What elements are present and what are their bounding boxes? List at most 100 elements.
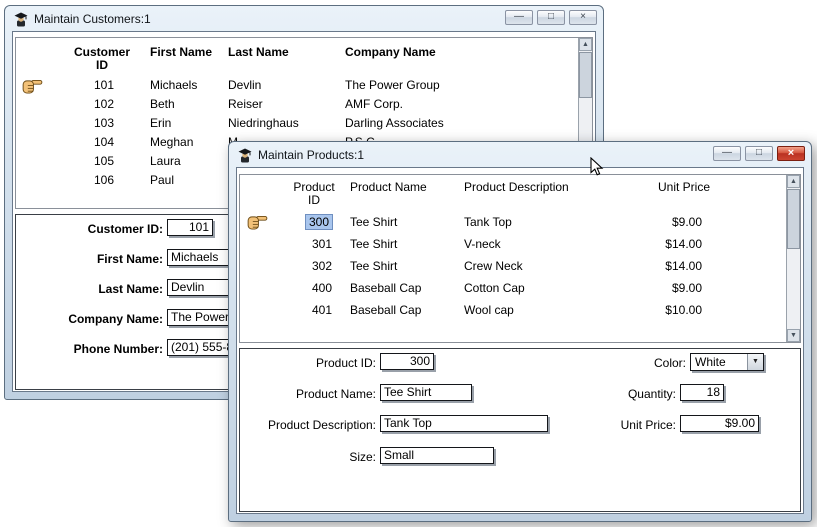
- customer-id-field[interactable]: 101: [167, 219, 213, 236]
- cell-last-name: Devlin: [228, 76, 261, 95]
- col-header-customer-id: Customer ID: [60, 46, 144, 72]
- cell-first-name: Erin: [150, 114, 171, 133]
- cell-product-description: Cotton Cap: [464, 277, 525, 299]
- size-label: Size:: [240, 449, 376, 466]
- window-title: Maintain Customers:1: [34, 12, 151, 26]
- caption-buttons: — □ ×: [505, 10, 597, 25]
- first-name-label: First Name:: [16, 251, 163, 268]
- size-field[interactable]: Small: [380, 447, 494, 464]
- cell-product-id: 400: [294, 277, 332, 299]
- maximize-button[interactable]: □: [537, 10, 565, 25]
- cell-customer-id: 102: [74, 95, 114, 114]
- product-row[interactable]: 300 Tee Shirt Tank Top $9.00: [240, 211, 785, 233]
- col-header-first-name: First Name: [150, 46, 212, 59]
- cell-first-name: Laura: [150, 152, 181, 171]
- quantity-field[interactable]: 18: [680, 384, 724, 401]
- scroll-down-button[interactable]: ▼: [787, 329, 800, 342]
- caption-buttons: — □ ×: [713, 146, 805, 161]
- cell-customer-id: 103: [74, 114, 114, 133]
- customer-row[interactable]: 101 Michaels Devlin The Power Group: [16, 76, 577, 95]
- product-row[interactable]: 301 Tee Shirt V-neck $14.00: [240, 233, 785, 255]
- unit-price-field[interactable]: $9.00: [680, 415, 759, 432]
- app-icon: [237, 147, 253, 163]
- customer-id-label: Customer ID:: [16, 221, 163, 238]
- product-id-label: Product ID:: [240, 355, 376, 372]
- unit-price-label: Unit Price:: [548, 417, 676, 434]
- cell-product-id: 401: [294, 299, 332, 321]
- cell-unit-price: $9.00: [640, 277, 702, 299]
- cell-product-id: 302: [294, 255, 332, 277]
- products-form: Product ID: 300 Color: White ▼ Product N…: [239, 348, 801, 512]
- product-name-field[interactable]: Tee Shirt: [380, 384, 472, 401]
- cell-product-description: Tank Top: [464, 211, 512, 233]
- minimize-button[interactable]: —: [505, 10, 533, 25]
- products-window: Maintain Products:1 — □ × Product ID Pro…: [228, 141, 812, 522]
- close-button[interactable]: ×: [569, 10, 597, 25]
- col-header-last-name: Last Name: [228, 46, 289, 59]
- quantity-label: Quantity:: [548, 386, 676, 403]
- products-body: Product ID Product Name Product Descript…: [236, 167, 804, 514]
- col-header-company-name: Company Name: [345, 46, 436, 59]
- cell-product-name: Baseball Cap: [350, 277, 421, 299]
- customers-titlebar[interactable]: Maintain Customers:1 — □ ×: [5, 6, 603, 31]
- product-row[interactable]: 400 Baseball Cap Cotton Cap $9.00: [240, 277, 785, 299]
- cell-product-name: Baseball Cap: [350, 299, 421, 321]
- mouse-cursor: [590, 157, 604, 180]
- maximize-button[interactable]: □: [745, 146, 773, 161]
- cell-product-name: Tee Shirt: [350, 233, 397, 255]
- cell-product-description: Wool cap: [464, 299, 514, 321]
- cell-company-name: Darling Associates: [345, 114, 444, 133]
- scroll-up-button[interactable]: ▲: [787, 175, 800, 188]
- cell-unit-price: $10.00: [640, 299, 702, 321]
- scroll-thumb[interactable]: [787, 189, 800, 249]
- cell-product-description: Crew Neck: [464, 255, 523, 277]
- col-header-unit-price: Unit Price: [648, 181, 710, 194]
- vertical-scrollbar[interactable]: ▲ ▼: [786, 175, 800, 342]
- cell-last-name: Reiser: [228, 95, 263, 114]
- product-description-field[interactable]: Tank Top: [380, 415, 548, 432]
- cell-unit-price: $14.00: [640, 255, 702, 277]
- cell-last-name: Niedringhaus: [228, 114, 299, 133]
- cell-customer-id: 101: [74, 76, 114, 95]
- product-name-label: Product Name:: [240, 386, 376, 403]
- color-dropdown[interactable]: White ▼: [690, 353, 764, 371]
- close-button[interactable]: ×: [777, 146, 805, 161]
- cell-product-name: Tee Shirt: [350, 255, 397, 277]
- product-row[interactable]: 302 Tee Shirt Crew Neck $14.00: [240, 255, 785, 277]
- scroll-up-button[interactable]: ▲: [579, 38, 592, 51]
- customer-row[interactable]: 102 Beth Reiser AMF Corp.: [16, 95, 577, 114]
- product-row[interactable]: 401 Baseball Cap Wool cap $10.00: [240, 299, 785, 321]
- minimize-button[interactable]: —: [713, 146, 741, 161]
- cell-customer-id: 104: [74, 133, 114, 152]
- products-grid: Product ID Product Name Product Descript…: [239, 174, 801, 343]
- dropdown-arrow-icon[interactable]: ▼: [747, 354, 763, 370]
- cell-first-name: Meghan: [150, 133, 193, 152]
- cell-company-name: AMF Corp.: [345, 95, 403, 114]
- company-name-label: Company Name:: [16, 311, 163, 328]
- col-header-product-name: Product Name: [350, 181, 427, 194]
- color-value: White: [695, 355, 726, 369]
- cell-company-name: The Power Group: [345, 76, 440, 95]
- selected-cell-product-id: 300: [306, 215, 332, 229]
- scroll-thumb[interactable]: [579, 52, 592, 98]
- cell-customer-id: 106: [74, 171, 114, 190]
- cell-customer-id: 105: [74, 152, 114, 171]
- phone-number-label: Phone Number:: [16, 341, 163, 358]
- cell-product-name: Tee Shirt: [350, 211, 397, 233]
- app-icon: [13, 11, 29, 27]
- col-header-product-description: Product Description: [464, 181, 569, 194]
- cell-first-name: Beth: [150, 95, 175, 114]
- window-title: Maintain Products:1: [258, 148, 364, 162]
- product-id-field[interactable]: 300: [380, 353, 434, 370]
- desktop: Maintain Customers:1 — □ × Customer ID F…: [0, 0, 817, 527]
- cell-first-name: Michaels: [150, 76, 197, 95]
- customer-row[interactable]: 103 Erin Niedringhaus Darling Associates: [16, 114, 577, 133]
- product-description-label: Product Description:: [240, 417, 376, 434]
- cell-unit-price: $14.00: [640, 233, 702, 255]
- col-header-product-id: Product ID: [272, 181, 356, 207]
- last-name-label: Last Name:: [16, 281, 163, 298]
- cell-unit-price: $9.00: [640, 211, 702, 233]
- cell-product-description: V-neck: [464, 233, 501, 255]
- products-titlebar[interactable]: Maintain Products:1 — □ ×: [229, 142, 811, 167]
- cell-first-name: Paul: [150, 171, 174, 190]
